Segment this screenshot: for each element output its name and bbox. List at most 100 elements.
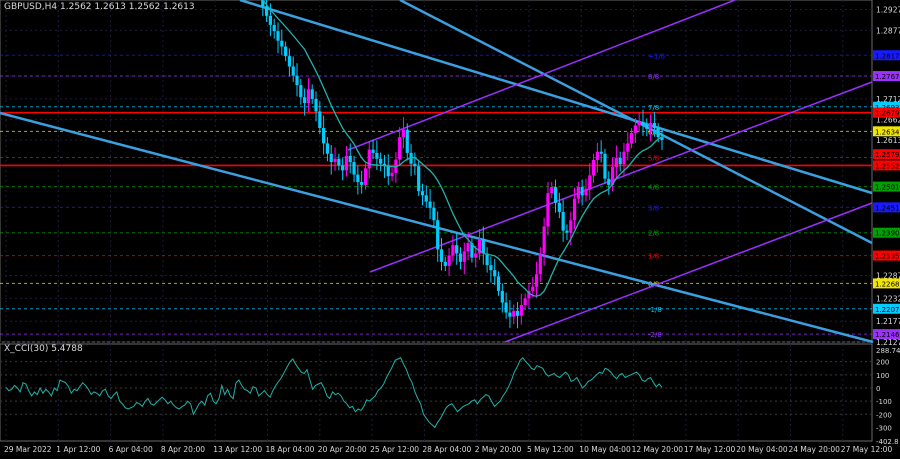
price-label-text: 1.2817 [875, 52, 900, 60]
price-label-text: 1.2335 [875, 253, 900, 261]
murray-level-label: -2/8 [648, 331, 662, 339]
y-tick-label: 1.2177 [876, 317, 900, 326]
candle-body [329, 153, 333, 163]
candle-body [493, 270, 497, 277]
symbol-label: GBPUSD,H4 [4, 2, 58, 12]
symbol-header: GBPUSD,H4 1.2562 1.2613 1.2562 1.2613 [4, 2, 195, 12]
murray-level-label: 7/8 [648, 104, 659, 112]
candle-body [633, 125, 637, 133]
candle-body [603, 153, 607, 179]
murray-level-label: 8/8 [648, 73, 659, 81]
candle-body [401, 129, 406, 138]
indicator-pane-border [0, 343, 873, 442]
cci-tick-label: -100 [876, 398, 892, 406]
candle-body [458, 253, 463, 262]
murray-level-label: 5/8 [648, 154, 659, 162]
cci-tick-label: 100 [876, 372, 889, 380]
x-tick-label: 13 Apr 12:00 [213, 445, 262, 454]
candle-body [546, 193, 550, 227]
candle-body [352, 162, 356, 175]
candle-body [496, 276, 501, 291]
candle-body [462, 251, 466, 262]
price-label-text: 1.2767 [875, 73, 900, 81]
candle-body [584, 188, 588, 196]
candle-body [553, 186, 558, 203]
pitchfork-line [369, 81, 873, 273]
candle-body [512, 310, 516, 317]
candle-body [265, 6, 269, 16]
candle-body [287, 56, 292, 67]
candle-body [542, 226, 546, 254]
candle-body [626, 143, 630, 152]
candle-body [439, 249, 444, 262]
price-label-text: 1.2207 [875, 306, 900, 314]
cci-tick-label: -200 [876, 411, 892, 419]
cci-tick-label: 200 [876, 359, 889, 367]
murray-level-label: 4/8 [648, 184, 659, 192]
candle-body [417, 166, 421, 192]
candle-body [379, 158, 383, 164]
candle-body [508, 312, 512, 317]
candle-body [523, 298, 527, 306]
candle-body [489, 265, 493, 271]
candle-body [645, 124, 649, 129]
candle-body [356, 174, 360, 183]
candle-body [618, 157, 622, 165]
candle-body [531, 286, 535, 291]
candle-body [432, 207, 436, 221]
candle-body [550, 186, 554, 194]
x-tick-label: 12 May 20:00 [632, 445, 684, 454]
y-tick-label: 1.2927 [876, 6, 900, 15]
candle-body [303, 97, 307, 104]
candle-body [599, 151, 603, 154]
y-tick-label: 1.2232 [876, 294, 900, 303]
candle-body [500, 290, 504, 303]
candle-body [405, 129, 409, 153]
candle-body [424, 195, 428, 202]
price-label-text: 1.2451 [875, 204, 900, 212]
murray-level-label: 3/8 [648, 204, 659, 212]
candle-body [607, 178, 611, 185]
candle-body [447, 255, 451, 266]
price-label-text: 1.2579 [875, 151, 900, 159]
candle-body [622, 151, 626, 165]
indicator-header: X_CCI(30) 5.4788 [4, 344, 83, 354]
x-tick-label: 17 May 12:00 [684, 445, 736, 454]
x-tick-label: 1 Apr 12:00 [56, 445, 100, 454]
x-tick-label: 24 May 20:00 [789, 445, 841, 454]
candle-body [443, 261, 447, 266]
price-label-text: 1.2679 [875, 110, 900, 118]
candle-body [576, 186, 580, 199]
price-label-text: 1.2634 [875, 128, 900, 136]
candle-body [310, 89, 314, 99]
candle-body [420, 191, 425, 196]
price-label-text: 1.2146 [875, 331, 900, 339]
candle-body [629, 132, 634, 144]
candle-body [280, 40, 284, 47]
x-tick-label: 5 May 12:00 [527, 445, 574, 454]
ohlc-label: 1.2562 1.2613 1.2562 1.2613 [60, 2, 195, 12]
candle-body [504, 302, 508, 313]
chart-canvas[interactable]: 29 Mar 2022 1 Apr 12:00 6 Apr 04:00 8 Apr 2… [0, 0, 900, 459]
candle-body [515, 310, 520, 316]
candle-body [299, 85, 303, 98]
price-label-text: 1.2501 [875, 184, 900, 192]
candle-body [341, 165, 345, 171]
candle-body [474, 253, 478, 258]
candle-body [641, 122, 645, 125]
candle-body [333, 158, 337, 163]
candle-body [276, 31, 280, 41]
x-tick-label: 20 Apr 20:00 [318, 445, 367, 454]
murray-level-label: +1/8 [648, 52, 665, 60]
x-tick-label: 20 May 04:00 [736, 445, 788, 454]
candle-body [325, 143, 330, 154]
candle-body [656, 127, 660, 138]
candle-body [451, 245, 455, 256]
main-pane-border [0, 0, 873, 343]
candle-body [337, 158, 341, 166]
candle-body [284, 46, 288, 57]
x-tick-label: 29 Mar 2022 [4, 445, 52, 454]
x-tick-label: 28 Apr 04:00 [422, 445, 471, 454]
cci-tick-label: -402.8 [876, 438, 899, 446]
channel-line [399, 0, 873, 245]
